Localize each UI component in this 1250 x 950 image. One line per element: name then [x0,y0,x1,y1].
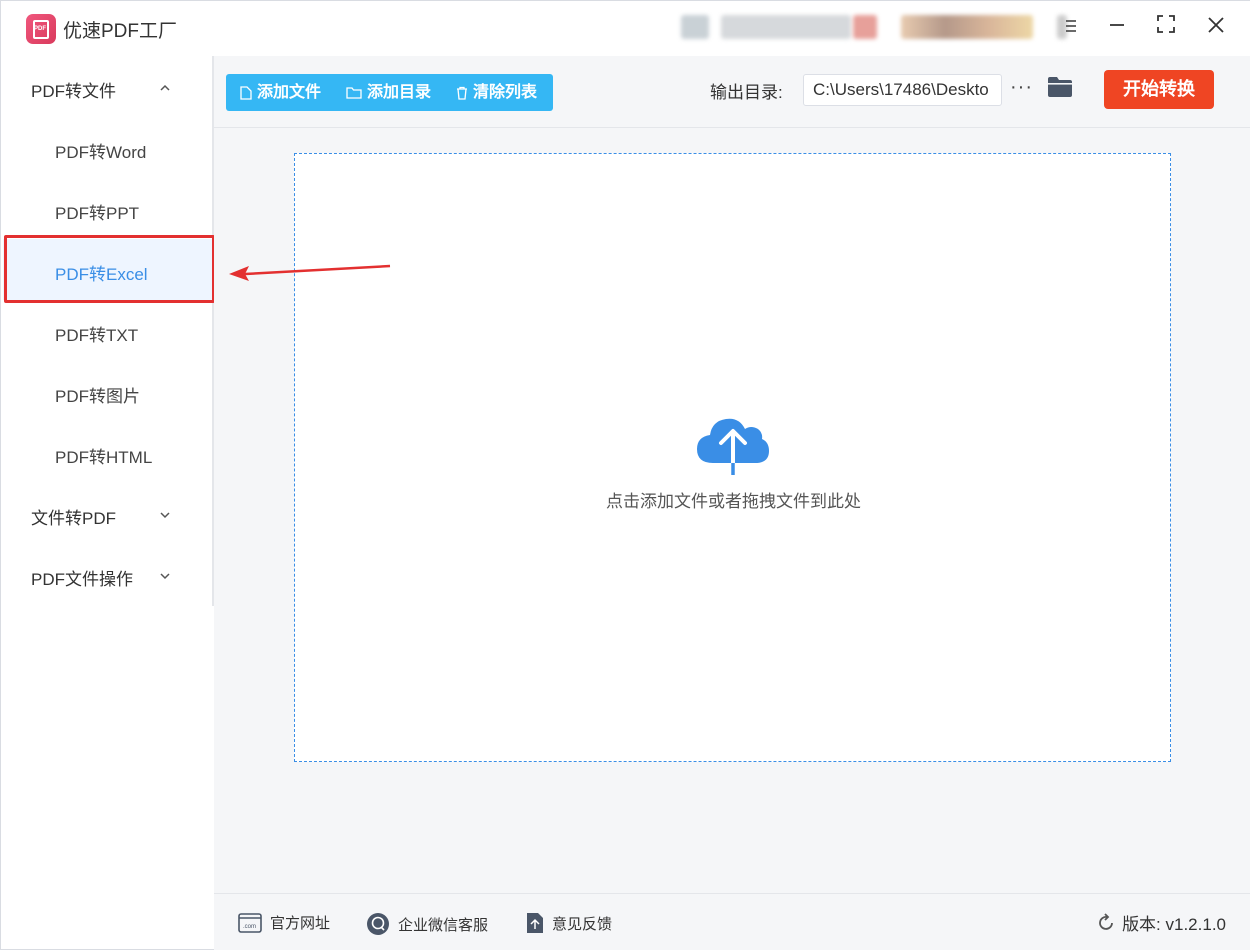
account-info-blurred [681,15,709,39]
sidebar-item-pdf-to-txt[interactable]: PDF转TXT [55,321,138,346]
svg-text:.com: .com [243,924,256,930]
app-title: 优速PDF工厂 [63,21,178,42]
highlight-box [4,235,215,303]
app-logo-icon: PDF [26,14,56,44]
refresh-icon[interactable] [1096,912,1116,933]
chevron-up-icon[interactable] [159,82,171,94]
sidebar-category-pdf-to-file[interactable]: PDF转文件 [31,77,116,102]
start-convert-button[interactable]: 开始转换 [1104,70,1214,109]
toolbar: 添加文件 添加目录 清除列表 输出目录: C:\Users\17486\Desk… [214,56,1250,128]
minimize-icon[interactable] [1102,13,1132,43]
website-icon: .com [238,912,262,933]
cloud-upload-icon [697,418,769,475]
wechat-support-link[interactable]: 企业微信客服 [366,912,488,936]
file-action-group: 添加文件 添加目录 清除列表 [226,74,553,111]
output-dir-label: 输出目录: [710,83,783,102]
add-file-button[interactable]: 添加文件 [240,74,321,111]
close-icon[interactable] [1201,13,1231,43]
sidebar-item-pdf-to-word[interactable]: PDF转Word [55,138,146,163]
title-bar: PDF 优速PDF工厂 [1,1,1250,56]
sidebar-item-pdf-to-image[interactable]: PDF转图片 [55,382,140,407]
version-info: 版本: v1.2.1.0 [1096,910,1226,935]
sidebar-item-pdf-to-ppt[interactable]: PDF转PPT [55,199,139,224]
sidebar: PDF转文件 PDF转Word PDF转PPT PDF转Excel PDF转TX… [1,56,214,606]
feedback-link[interactable]: 意见反馈 [526,912,612,934]
output-dir-field[interactable]: C:\Users\17486\Deskto [803,74,1002,106]
annotation-arrow [229,264,391,281]
maximize-icon[interactable] [1151,13,1181,43]
official-website-link[interactable]: .com 官方网址 [238,912,330,933]
main-panel: 添加文件 添加目录 清除列表 输出目录: C:\Users\17486\Desk… [214,56,1250,950]
sidebar-category-pdf-operations[interactable]: PDF文件操作 [31,565,133,590]
feedback-icon [527,913,543,933]
sidebar-category-file-to-pdf[interactable]: 文件转PDF [31,504,116,529]
app-window: PDF 优速PDF工厂 PDF转文件 PDF转Word PDF转PPT PDF转… [0,0,1250,950]
more-options-button[interactable]: ··· [1010,76,1033,99]
chat-icon [367,913,389,935]
folder-outline-icon [346,87,362,99]
drop-hint-text: 点击添加文件或者拖拽文件到此处 [606,492,861,511]
chevron-down-icon[interactable] [159,509,171,521]
file-icon [240,85,252,100]
chevron-down-icon[interactable] [159,570,171,582]
trash-icon [457,86,467,100]
clear-list-button[interactable]: 清除列表 [456,74,537,111]
folder-icon[interactable] [1047,76,1073,98]
footer: .com 官方网址 企业微信客服 意见反馈 版本: v1.2.1.0 [214,893,1250,950]
menu-icon[interactable] [1054,13,1084,43]
file-drop-zone[interactable]: 点击添加文件或者拖拽文件到此处 [294,153,1171,762]
add-directory-button[interactable]: 添加目录 [346,74,431,111]
sidebar-item-pdf-to-html[interactable]: PDF转HTML [55,443,152,468]
